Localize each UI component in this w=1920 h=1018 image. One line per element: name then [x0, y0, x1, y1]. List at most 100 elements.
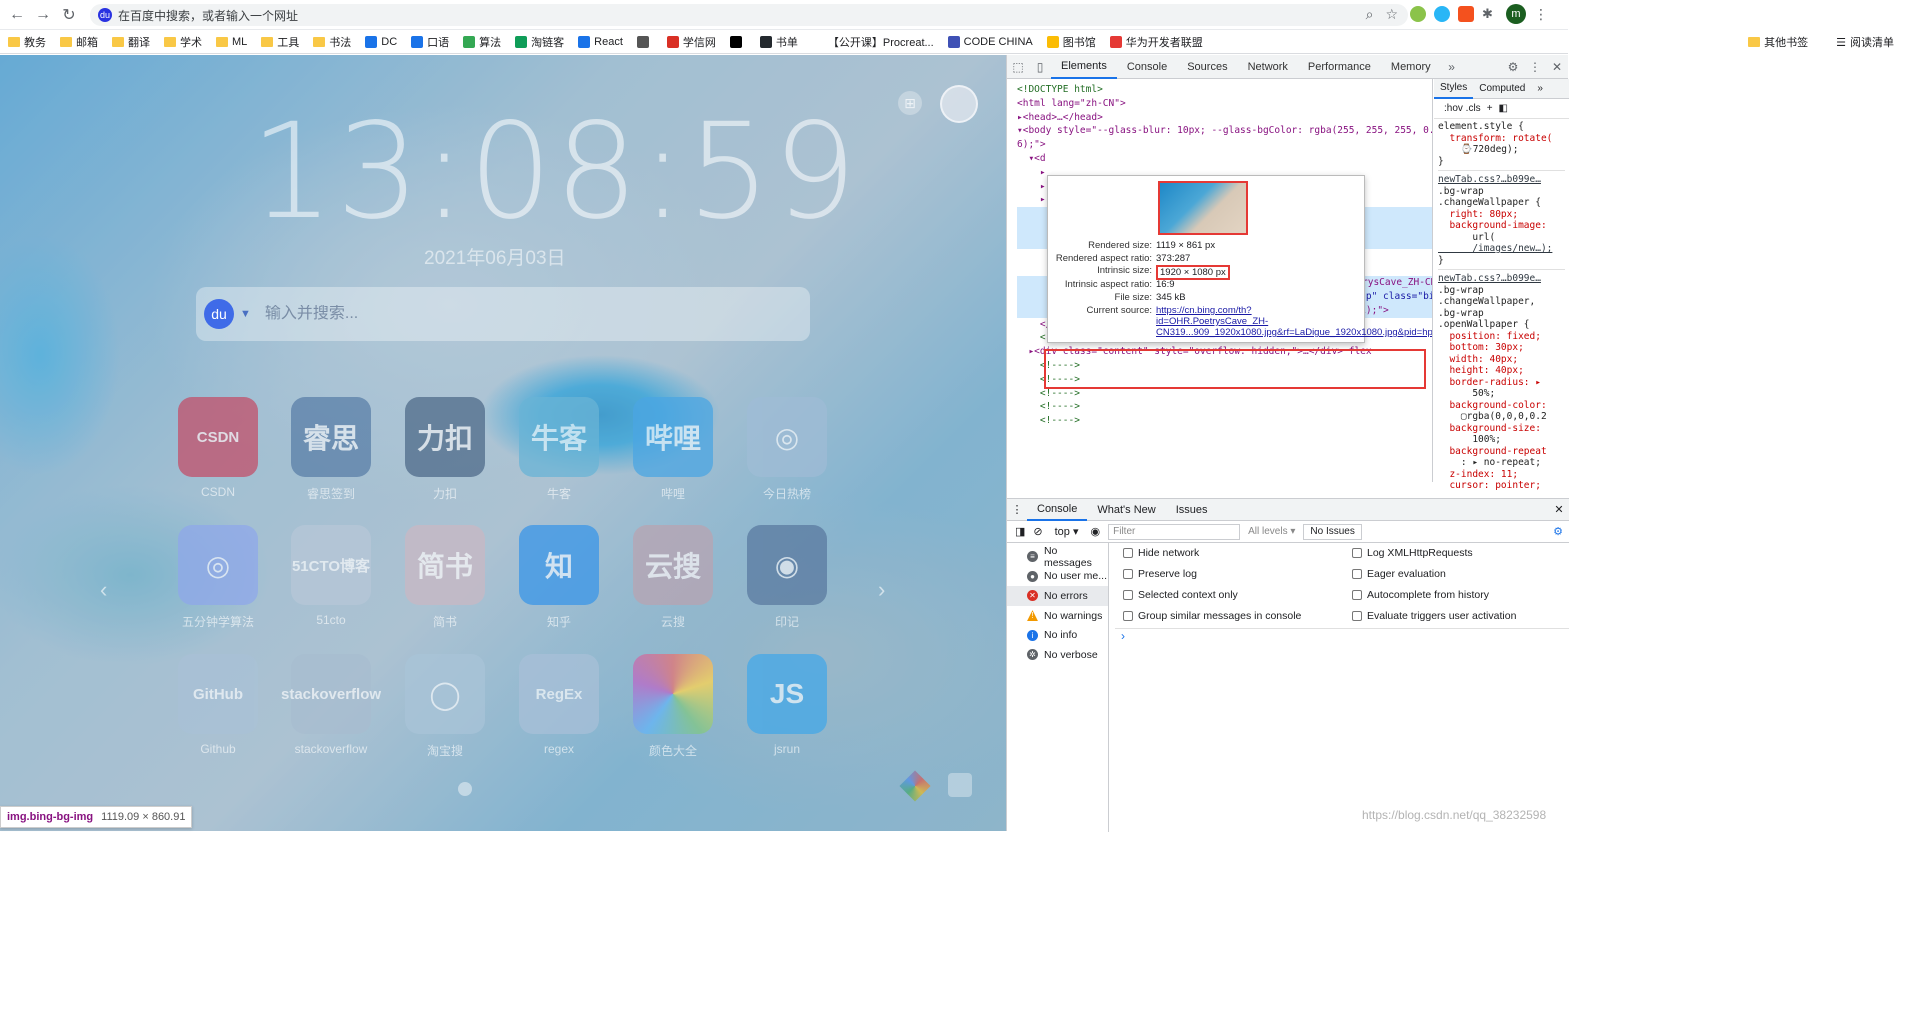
style-rule-text[interactable]: /images/new…);: [1438, 243, 1552, 254]
bookmark-item[interactable]: 学术: [164, 34, 202, 50]
setting-checkbox-row[interactable]: Log XMLHttpRequests: [1352, 547, 1473, 559]
bookmark-other[interactable]: 其他书签: [1748, 34, 1808, 50]
engine-dropdown-icon[interactable]: ▼: [240, 308, 251, 320]
shortcut-tile[interactable]: 云搜 云搜: [633, 525, 713, 630]
inspect-element-icon[interactable]: ⬚: [1007, 60, 1029, 74]
shortcut-tile[interactable]: 简书 简书: [405, 525, 485, 630]
bookmark-item[interactable]: 教务: [8, 34, 46, 50]
bookmark-reading-list[interactable]: ☰ 阅读清单: [1836, 34, 1894, 50]
forward-arrow-icon[interactable]: →: [30, 2, 56, 28]
setting-checkbox-row[interactable]: Eager evaluation: [1352, 568, 1446, 580]
dom-node-line[interactable]: <!DOCTYPE html>: [1017, 83, 1432, 97]
setting-checkbox-row[interactable]: Evaluate triggers user activation: [1352, 610, 1516, 622]
toggle-sidebar-icon[interactable]: ◧: [1499, 103, 1508, 114]
back-arrow-icon[interactable]: ←: [4, 2, 30, 28]
reload-icon[interactable]: ↻: [56, 2, 82, 28]
console-prompt[interactable]: ›: [1115, 628, 1569, 646]
extension-edge-icon[interactable]: [1434, 6, 1450, 22]
setting-checkbox-row[interactable]: Group similar messages in console: [1123, 610, 1301, 622]
dom-node-line[interactable]: ▾<body style="--glass-blur: 10px; --glas…: [1017, 124, 1432, 138]
bookmark-item[interactable]: 口语: [411, 34, 449, 50]
baidu-engine-icon[interactable]: du: [204, 299, 234, 329]
bookmark-item[interactable]: 算法: [463, 34, 501, 50]
search-input[interactable]: [264, 305, 765, 323]
console-filter-error[interactable]: ✕ No errors: [1007, 586, 1108, 606]
bookmark-item[interactable]: [636, 35, 653, 48]
drawer-tab-console[interactable]: Console: [1027, 499, 1088, 521]
tab-console[interactable]: Console: [1117, 55, 1177, 79]
console-filter-list[interactable]: ≡ No messages: [1007, 545, 1108, 569]
issues-button[interactable]: No Issues: [1303, 523, 1362, 540]
dom-node-line[interactable]: <!---->: [1017, 400, 1432, 414]
bookmark-item[interactable]: 邮箱: [60, 34, 98, 50]
console-filter-info[interactable]: i No info: [1007, 625, 1108, 645]
dom-node-line[interactable]: <html lang="zh-CN">: [1017, 97, 1432, 111]
bookmark-item[interactable]: 翻译: [112, 34, 150, 50]
shortcut-tile[interactable]: 力扣 力扣: [405, 397, 485, 502]
dom-node-line[interactable]: ▸<head>…</head>: [1017, 111, 1432, 125]
tab-elements[interactable]: Elements: [1051, 55, 1117, 79]
setting-checkbox-row[interactable]: Preserve log: [1123, 568, 1197, 580]
tab-network[interactable]: Network: [1238, 55, 1298, 79]
tab-sources[interactable]: Sources: [1177, 55, 1237, 79]
bookmark-item[interactable]: React: [578, 35, 623, 48]
live-expression-eye-icon[interactable]: ◉: [1091, 525, 1101, 538]
dom-node-line[interactable]: 6);">: [1017, 138, 1432, 152]
style-rule-text[interactable]: newTab.css?…b099e…: [1438, 273, 1541, 284]
extension-red-icon[interactable]: [1458, 6, 1474, 22]
checkbox[interactable]: [1123, 569, 1133, 579]
shortcut-tile[interactable]: ◉ 印记: [747, 525, 827, 630]
bookmark-item[interactable]: 书法: [313, 34, 351, 50]
extension-green-icon[interactable]: [1410, 6, 1426, 22]
shortcut-tile[interactable]: ◎ 五分钟学算法: [178, 525, 258, 630]
bookmark-item[interactable]: 华为开发者联盟: [1109, 34, 1203, 50]
preview-source-link[interactable]: https://cn.bing.com/th?id=OHR.PoetrysCav…: [1156, 305, 1432, 338]
clear-console-icon[interactable]: ⊘: [1033, 525, 1042, 538]
shortcut-tile[interactable]: GitHub Github: [178, 654, 258, 756]
apps-grid-icon[interactable]: ⊞: [898, 91, 922, 115]
console-filter-user[interactable]: ● No user me...: [1007, 567, 1108, 587]
tab-computed[interactable]: Computed: [1473, 83, 1531, 94]
extensions-puzzle-icon[interactable]: ✱: [1482, 6, 1498, 22]
dom-node-line[interactable]: <!---->: [1017, 414, 1432, 428]
console-settings-gear-icon[interactable]: ⚙: [1553, 525, 1563, 538]
prev-page-chevron-icon[interactable]: ‹: [100, 577, 107, 603]
bookmark-item[interactable]: 【公开课】Procreat...: [811, 34, 934, 50]
more-tabs-icon[interactable]: »: [1531, 83, 1549, 94]
shortcut-tile[interactable]: CSDN CSDN: [178, 397, 258, 499]
close-drawer-icon[interactable]: ✕: [1549, 503, 1569, 516]
address-bar[interactable]: du 在百度中搜索，或者输入一个网址 ⌕ ☆: [90, 4, 1408, 26]
shortcut-tile[interactable]: ◯ 淘宝搜: [405, 654, 485, 759]
bookmark-item[interactable]: DC: [365, 35, 397, 48]
shortcut-tile[interactable]: ◎ 今日热榜: [747, 397, 827, 502]
shortcut-tile[interactable]: JS jsrun: [747, 654, 827, 756]
setting-checkbox-row[interactable]: Hide network: [1123, 547, 1199, 559]
checkbox[interactable]: [1352, 611, 1362, 621]
bookmark-item[interactable]: [729, 35, 746, 48]
dom-node-line[interactable]: ▾<d: [1017, 152, 1432, 166]
device-toggle-icon[interactable]: ▯: [1029, 60, 1051, 74]
shortcut-tile[interactable]: 哔哩 哔哩: [633, 397, 713, 502]
tab-memory[interactable]: Memory: [1381, 55, 1441, 79]
hov-cls-toggle[interactable]: :hov .cls: [1444, 103, 1481, 114]
wallpaper-icon[interactable]: [948, 773, 972, 797]
bookmark-item[interactable]: 图书馆: [1046, 34, 1096, 50]
shortcut-tile[interactable]: 颜色大全: [633, 654, 713, 759]
shortcut-tile[interactable]: stackoverflow stackoverflow: [281, 654, 381, 756]
drawer-menu-icon[interactable]: ⋮: [1007, 503, 1027, 516]
profile-avatar[interactable]: m: [1506, 4, 1526, 24]
bookmark-item[interactable]: 学信网: [666, 34, 716, 50]
more-tabs-icon[interactable]: »: [1441, 60, 1463, 74]
bookmark-item[interactable]: ML: [216, 36, 247, 48]
shortcut-tile[interactable]: 牛客 牛客: [519, 397, 599, 502]
checkbox[interactable]: [1123, 548, 1133, 558]
menu-kebab-icon[interactable]: ⋮: [1534, 6, 1548, 23]
drawer-tab-issues[interactable]: Issues: [1166, 499, 1218, 521]
tab-performance[interactable]: Performance: [1298, 55, 1381, 79]
context-select[interactable]: top ▾: [1051, 525, 1083, 538]
bookmark-item[interactable]: 书单: [759, 34, 798, 50]
console-sidebar-toggle-icon[interactable]: ◨: [1015, 525, 1025, 538]
tab-styles[interactable]: Styles: [1434, 79, 1474, 99]
shortcut-tile[interactable]: 睿思 睿思签到: [291, 397, 371, 502]
bookmark-item[interactable]: 工具: [261, 34, 299, 50]
